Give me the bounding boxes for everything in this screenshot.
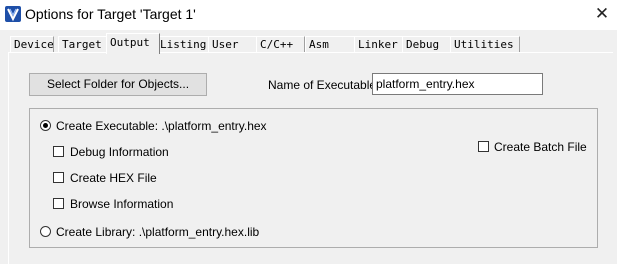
browse-information-checkbox[interactable] xyxy=(53,198,64,209)
window-title: Options for Target 'Target 1' xyxy=(25,6,196,22)
debug-information-label[interactable]: Debug Information xyxy=(70,145,169,159)
create-executable-label[interactable]: Create Executable: .\platform_entry.hex xyxy=(56,119,267,133)
tab-debug[interactable]: Debug xyxy=(402,36,454,52)
create-hex-file-checkbox[interactable] xyxy=(53,172,64,183)
create-executable-radio[interactable] xyxy=(40,120,51,131)
debug-information-checkbox[interactable] xyxy=(53,146,64,157)
tab-output[interactable]: Output xyxy=(106,33,160,54)
tab-device[interactable]: Device xyxy=(10,36,54,52)
browse-information-label[interactable]: Browse Information xyxy=(70,197,173,211)
name-of-executable-input[interactable]: platform_entry.hex xyxy=(372,73,543,95)
title-bar: Options for Target 'Target 1' ✕ xyxy=(0,0,617,30)
create-batch-file-checkbox[interactable] xyxy=(478,141,489,152)
uvision-app-icon xyxy=(5,6,21,22)
tab-utilities[interactable]: Utilities xyxy=(450,36,520,52)
name-of-executable-label: Name of Executable: xyxy=(268,78,380,92)
tab-c-cpp[interactable]: C/C++ xyxy=(256,36,305,52)
create-library-label[interactable]: Create Library: .\platform_entry.hex.lib xyxy=(56,225,259,239)
radio-selected-dot xyxy=(43,123,48,128)
tab-target[interactable]: Target xyxy=(58,36,107,52)
close-button[interactable]: ✕ xyxy=(587,0,617,30)
tab-listing[interactable]: Listing xyxy=(156,36,214,52)
create-hex-file-label[interactable]: Create HEX File xyxy=(70,171,157,185)
select-folder-button[interactable]: Select Folder for Objects... xyxy=(29,73,207,96)
create-batch-file-label[interactable]: Create Batch File xyxy=(494,140,587,154)
create-library-radio[interactable] xyxy=(40,226,51,237)
